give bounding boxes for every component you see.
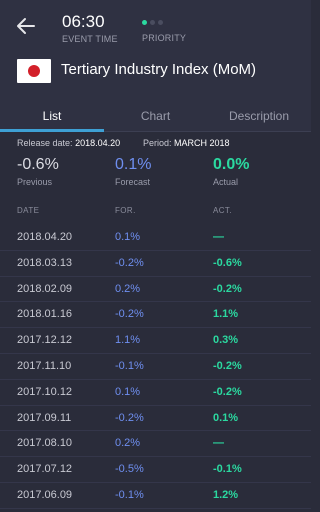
- release-date: Release date: 2018.04.20: [17, 138, 120, 148]
- row-date: 2017.10.12: [17, 385, 73, 398]
- back-arrow-icon[interactable]: [14, 14, 38, 38]
- list-item[interactable]: 2017.09.11 -0.2% 0.1%: [0, 406, 311, 432]
- forecast-label: Forecast: [115, 177, 151, 187]
- event-time-value: 06:30: [62, 12, 105, 31]
- release-date-label: Release date:: [17, 138, 73, 148]
- row-forecast: 0.2%: [115, 282, 141, 295]
- japan-flag-icon: [17, 59, 51, 83]
- row-date: 2017.12.12: [17, 334, 73, 347]
- period-value: MARCH 2018: [174, 138, 230, 148]
- period-label: Period:: [143, 138, 172, 148]
- priority-dot-2: [150, 19, 155, 25]
- event-time-label: EVENT TIME: [62, 34, 118, 44]
- row-forecast: 1.1%: [115, 334, 141, 347]
- priority-dot-1: [142, 19, 147, 25]
- row-actual: -0.6%: [213, 256, 242, 269]
- row-date: 2017.06.09: [17, 488, 73, 501]
- list-item[interactable]: 2017.06.09 -0.1% 1.2%: [0, 483, 311, 509]
- column-header-forecast: FOR.: [115, 206, 136, 215]
- row-forecast: -0.5%: [115, 463, 144, 476]
- forecast-value: 0.1%: [115, 156, 152, 173]
- previous-value: -0.6%: [17, 156, 59, 173]
- priority: PRIORITY: [142, 18, 186, 43]
- row-actual: 1.1%: [213, 308, 239, 321]
- tab-indicator: [0, 129, 104, 132]
- row-date: 2018.03.13: [17, 256, 73, 269]
- list-item[interactable]: 2017.12.12 1.1% 0.3%: [0, 328, 311, 354]
- tab-list[interactable]: List: [0, 100, 104, 132]
- priority-label: PRIORITY: [142, 33, 187, 43]
- actual-label: Actual: [213, 177, 239, 187]
- app-header: 06:30 EVENT TIME PRIORITY Tertiary Indus…: [0, 0, 311, 100]
- list-item[interactable]: 2018.02.09 0.2% -0.2%: [0, 277, 311, 303]
- list-item[interactable]: 2017.10.12 0.1% -0.2%: [0, 380, 311, 406]
- row-forecast: 0.1%: [115, 385, 141, 398]
- row-forecast: -0.1%: [115, 488, 144, 501]
- row-actual: —: [213, 437, 224, 450]
- column-header-date: DATE: [17, 206, 40, 215]
- event-time: 06:30 EVENT TIME: [62, 12, 118, 44]
- tab-description[interactable]: Description: [207, 100, 311, 132]
- row-actual: -0.1%: [213, 463, 242, 476]
- row-actual: -0.2%: [213, 282, 242, 295]
- previous-label: Previous: [17, 177, 53, 187]
- list-item[interactable]: 2017.08.10 0.2% —: [0, 431, 311, 458]
- row-date: 2017.09.11: [17, 411, 72, 424]
- release-date-value: 2018.04.20: [75, 138, 121, 148]
- summary-previous: -0.6% Previous: [17, 156, 59, 187]
- row-date: 2017.08.10: [17, 437, 73, 450]
- row-actual: 0.1%: [213, 411, 239, 424]
- row-forecast: 0.1%: [115, 231, 141, 243]
- row-actual: 0.3%: [213, 334, 239, 347]
- list-item[interactable]: 2017.11.10 -0.1% -0.2%: [0, 354, 311, 380]
- history-list: 2018.04.20 0.1% — 2018.03.13 -0.2% -0.6%…: [0, 225, 311, 509]
- row-forecast: -0.2%: [115, 256, 144, 269]
- event-title: Tertiary Industry Index (MoM): [61, 61, 257, 78]
- row-actual: —: [213, 231, 224, 243]
- period: Period: MARCH 2018: [143, 138, 230, 148]
- row-date: 2018.01.16: [17, 308, 73, 321]
- row-actual: 1.2%: [213, 488, 239, 501]
- list-item[interactable]: 2018.04.20 0.1% —: [0, 225, 311, 251]
- row-forecast: -0.1%: [115, 359, 144, 372]
- row-date: 2018.04.20: [17, 231, 73, 243]
- row-date: 2017.07.12: [17, 463, 73, 476]
- row-actual: -0.2%: [213, 359, 242, 372]
- column-header-actual: ACT.: [213, 206, 232, 215]
- row-date: 2018.02.09: [17, 282, 73, 295]
- row-forecast: -0.2%: [115, 308, 144, 321]
- list-item[interactable]: 2018.01.16 -0.2% 1.1%: [0, 302, 311, 329]
- priority-indicator: [142, 18, 186, 26]
- list-item[interactable]: 2018.03.13 -0.2% -0.6%: [0, 251, 311, 277]
- actual-value: 0.0%: [213, 156, 250, 173]
- priority-dot-3: [158, 19, 163, 25]
- row-actual: -0.2%: [213, 385, 242, 398]
- summary-forecast: 0.1% Forecast: [115, 156, 151, 187]
- row-forecast: -0.2%: [115, 411, 144, 424]
- row-date: 2017.11.10: [17, 359, 72, 372]
- summary-actual: 0.0% Actual: [213, 156, 249, 187]
- row-forecast: 0.2%: [115, 437, 141, 450]
- list-item[interactable]: 2017.07.12 -0.5% -0.1%: [0, 457, 311, 483]
- tab-chart[interactable]: Chart: [104, 100, 207, 132]
- tab-bar: List Chart Description: [0, 100, 311, 132]
